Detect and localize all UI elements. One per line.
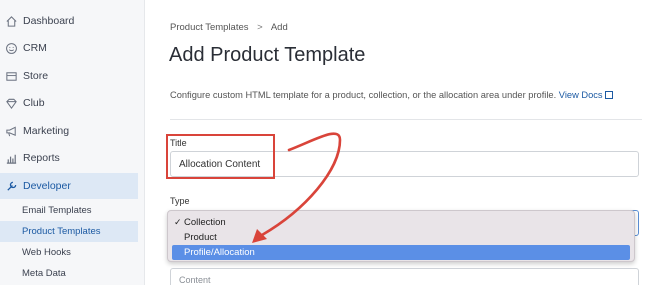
sidebar-item-developer[interactable]: Developer xyxy=(0,173,138,199)
content-field[interactable]: Content xyxy=(170,268,639,285)
breadcrumb-current: Add xyxy=(270,22,288,33)
view-docs-link[interactable]: View Docs xyxy=(559,90,613,100)
sidebar-item-label: Club xyxy=(23,97,45,109)
sidebar-item-marketing[interactable]: Marketing xyxy=(0,118,138,144)
breadcrumb-parent-link[interactable]: Product Templates xyxy=(170,22,249,33)
sidebar-item-store[interactable]: Store xyxy=(0,63,138,89)
breadcrumb-separator: > xyxy=(257,22,263,33)
sidebar-item-label: Store xyxy=(23,70,49,82)
wrench-icon xyxy=(4,179,18,193)
type-option-collection[interactable]: ✓ Collection xyxy=(172,215,630,230)
sidebar-item-label: Developer xyxy=(23,180,71,192)
sidebar-item-label: CRM xyxy=(23,42,47,54)
sidebar-item-club[interactable]: Club xyxy=(0,90,138,116)
page-title: Add Product Template xyxy=(169,44,366,66)
sidebar-item-dashboard[interactable]: Dashboard xyxy=(0,8,138,34)
sidebar-item-crm[interactable]: CRM xyxy=(0,35,138,61)
sidebar-subitem-web-hooks[interactable]: Web Hooks xyxy=(0,242,138,263)
sidebar: Dashboard CRM Store Club Marketing Repor… xyxy=(0,0,145,285)
megaphone-icon xyxy=(4,124,18,138)
type-option-profile-allocation[interactable]: Profile/Allocation xyxy=(172,245,630,260)
sidebar-item-label: Dashboard xyxy=(23,15,75,27)
sidebar-subitem-email-templates[interactable]: Email Templates xyxy=(0,200,138,221)
external-link-icon xyxy=(604,91,613,99)
checkmark-icon: ✓ xyxy=(174,217,182,227)
sidebar-item-reports[interactable]: Reports xyxy=(0,145,138,171)
divider xyxy=(170,119,642,120)
type-option-product[interactable]: Product xyxy=(172,230,630,245)
smile-icon xyxy=(4,41,18,55)
sidebar-item-label: Reports xyxy=(23,152,60,164)
description-text: Configure custom HTML template for a pro… xyxy=(170,90,557,100)
bar-chart-icon xyxy=(4,151,18,165)
sidebar-subitem-product-templates[interactable]: Product Templates xyxy=(0,221,138,242)
store-icon xyxy=(4,69,18,83)
breadcrumb: Product Templates > Add xyxy=(170,22,288,33)
home-icon xyxy=(4,14,18,28)
page-description: Configure custom HTML template for a pro… xyxy=(170,90,613,100)
main-content: Product Templates > Add Add Product Temp… xyxy=(145,0,670,285)
annotation-highlight-box xyxy=(166,134,275,179)
sidebar-subitem-meta-data[interactable]: Meta Data xyxy=(0,263,138,284)
type-dropdown-menu: ✓ Collection Product Profile/Allocation xyxy=(167,210,635,262)
diamond-icon xyxy=(4,96,18,110)
type-label: Type xyxy=(170,196,190,206)
sidebar-item-label: Marketing xyxy=(23,125,70,137)
